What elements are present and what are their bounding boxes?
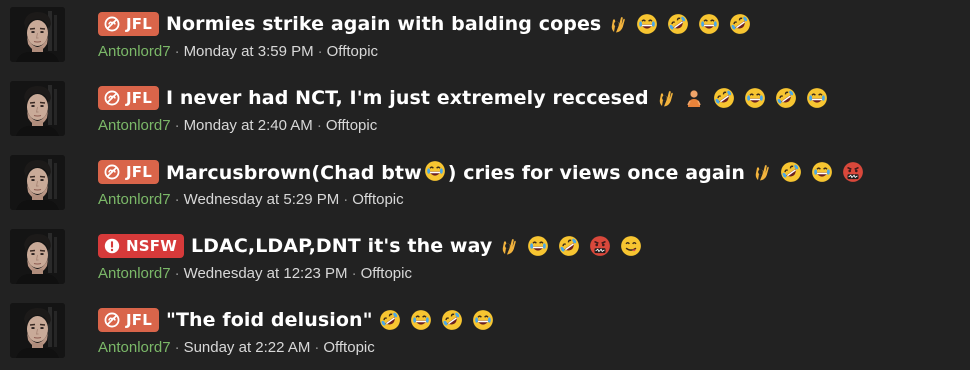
thread-date[interactable]: Monday at 3:59 PM bbox=[184, 43, 314, 60]
meta-separator: · bbox=[314, 339, 320, 356]
grinning-emoji bbox=[806, 87, 828, 109]
ok-hand-emoji bbox=[751, 162, 771, 182]
broken-heart-icon bbox=[104, 312, 120, 328]
cursing-emoji bbox=[842, 161, 864, 183]
thread-prefix-badge[interactable]: JFL bbox=[98, 12, 159, 36]
prefix-label: JFL bbox=[126, 89, 152, 107]
thread-prefix-badge[interactable]: JFL bbox=[98, 86, 159, 110]
grinning-emoji bbox=[527, 235, 549, 257]
meta-separator: · bbox=[174, 339, 180, 356]
prefix-label: JFL bbox=[126, 163, 152, 181]
grinning-emoji bbox=[698, 13, 720, 35]
rofl-emoji bbox=[780, 161, 802, 183]
thread-item[interactable]: NSFW LDAC,LDAP,DNT it's the way Antonlord7… bbox=[0, 222, 970, 296]
author-link[interactable]: Antonlord7 bbox=[98, 265, 171, 282]
title-emoji-row bbox=[751, 161, 873, 183]
avatar[interactable] bbox=[10, 303, 65, 358]
thread-title-line: JFL Normies strike again with balding cop… bbox=[98, 8, 760, 40]
forum-link[interactable]: Offtopic bbox=[326, 117, 377, 134]
meta-separator: · bbox=[174, 191, 180, 208]
rofl-emoji bbox=[775, 87, 797, 109]
forum-link[interactable]: Offtopic bbox=[361, 265, 412, 282]
thread-meta: Antonlord7 · Sunday at 2:22 AM · Offtopic bbox=[98, 339, 375, 356]
title-emoji-row bbox=[379, 309, 503, 331]
thread-title-line: JFL Marcusbrown(Chad btw) cries for views… bbox=[98, 156, 873, 188]
meta-separator: · bbox=[174, 265, 180, 282]
author-link[interactable]: Antonlord7 bbox=[98, 43, 171, 60]
grinning-emoji bbox=[636, 13, 658, 35]
grinning-emoji bbox=[811, 161, 833, 183]
ok-hand-emoji bbox=[607, 14, 627, 34]
ok-hand-emoji bbox=[655, 88, 675, 108]
forum-link[interactable]: Offtopic bbox=[352, 191, 403, 208]
thread-title[interactable]: Normies strike again with balding copes bbox=[166, 13, 601, 35]
thread-prefix-badge[interactable]: JFL bbox=[98, 308, 159, 332]
meta-separator: · bbox=[174, 43, 180, 60]
grinning-emoji bbox=[744, 87, 766, 109]
person-emoji bbox=[684, 88, 704, 108]
thread-prefix-badge[interactable]: NSFW bbox=[98, 234, 184, 258]
title-emoji-row bbox=[498, 235, 651, 257]
thread-list: JFL Normies strike again with balding cop… bbox=[0, 0, 970, 370]
thread-title[interactable]: I never had NCT, I'm just extremely recc… bbox=[166, 87, 649, 109]
rofl-emoji bbox=[667, 13, 689, 35]
thread-item[interactable]: JFL Marcusbrown(Chad btw) cries for views… bbox=[0, 148, 970, 222]
ok-hand-emoji bbox=[498, 236, 518, 256]
thread-item[interactable]: JFL Normies strike again with balding cop… bbox=[0, 0, 970, 74]
rofl-emoji bbox=[558, 235, 580, 257]
prefix-label: JFL bbox=[126, 15, 152, 33]
thread-title-line: JFL "The foid delusion" bbox=[98, 304, 503, 336]
prefix-label: NSFW bbox=[126, 237, 177, 255]
thread-item[interactable]: JFL "The foid delusion" Antonlord7 · Sunday … bbox=[0, 296, 970, 370]
author-link[interactable]: Antonlord7 bbox=[98, 117, 171, 134]
thread-prefix-badge[interactable]: JFL bbox=[98, 160, 159, 184]
meta-separator: · bbox=[343, 191, 349, 208]
grinning-emoji bbox=[410, 309, 432, 331]
grinning-emoji bbox=[472, 309, 494, 331]
rofl-emoji bbox=[441, 309, 463, 331]
author-link[interactable]: Antonlord7 bbox=[98, 191, 171, 208]
thread-date[interactable]: Wednesday at 5:29 PM bbox=[184, 191, 340, 208]
title-emoji-row bbox=[655, 87, 837, 109]
exclamation-icon bbox=[104, 238, 120, 254]
thread-item[interactable]: JFL I never had NCT, I'm just extremely r… bbox=[0, 74, 970, 148]
thread-meta: Antonlord7 · Wednesday at 5:29 PM · Offtopic bbox=[98, 191, 404, 208]
thread-title[interactable]: Marcusbrown(Chad btw) cries for views on… bbox=[166, 160, 745, 184]
thread-title[interactable]: "The foid delusion" bbox=[166, 309, 373, 331]
grinning-emoji bbox=[424, 160, 446, 182]
rofl-emoji bbox=[379, 309, 401, 331]
thread-date[interactable]: Sunday at 2:22 AM bbox=[184, 339, 311, 356]
author-link[interactable]: Antonlord7 bbox=[98, 339, 171, 356]
broken-heart-icon bbox=[104, 90, 120, 106]
avatar[interactable] bbox=[10, 155, 65, 210]
avatar[interactable] bbox=[10, 81, 65, 136]
broken-heart-icon bbox=[104, 16, 120, 32]
avatar[interactable] bbox=[10, 7, 65, 62]
forum-link[interactable]: Offtopic bbox=[327, 43, 378, 60]
title-emoji-row bbox=[607, 13, 760, 35]
avatar[interactable] bbox=[10, 229, 65, 284]
thread-meta: Antonlord7 · Monday at 3:59 PM · Offtopic bbox=[98, 43, 378, 60]
meta-separator: · bbox=[351, 265, 357, 282]
broken-heart-icon bbox=[104, 164, 120, 180]
rofl-emoji bbox=[729, 13, 751, 35]
thread-title-line: JFL I never had NCT, I'm just extremely r… bbox=[98, 82, 837, 114]
thread-meta: Antonlord7 · Wednesday at 12:23 PM · Offtopi… bbox=[98, 265, 412, 282]
cursing-emoji bbox=[589, 235, 611, 257]
prefix-label: JFL bbox=[126, 311, 152, 329]
thread-title[interactable]: LDAC,LDAP,DNT it's the way bbox=[191, 235, 492, 257]
thread-title-line: NSFW LDAC,LDAP,DNT it's the way bbox=[98, 230, 651, 262]
meta-separator: · bbox=[174, 117, 180, 134]
yum-emoji bbox=[620, 235, 642, 257]
meta-separator: · bbox=[316, 117, 322, 134]
meta-separator: · bbox=[317, 43, 323, 60]
forum-link[interactable]: Offtopic bbox=[323, 339, 374, 356]
rofl-emoji bbox=[713, 87, 735, 109]
thread-date[interactable]: Monday at 2:40 AM bbox=[184, 117, 313, 134]
thread-meta: Antonlord7 · Monday at 2:40 AM · Offtopic bbox=[98, 117, 377, 134]
thread-date[interactable]: Wednesday at 12:23 PM bbox=[184, 265, 348, 282]
